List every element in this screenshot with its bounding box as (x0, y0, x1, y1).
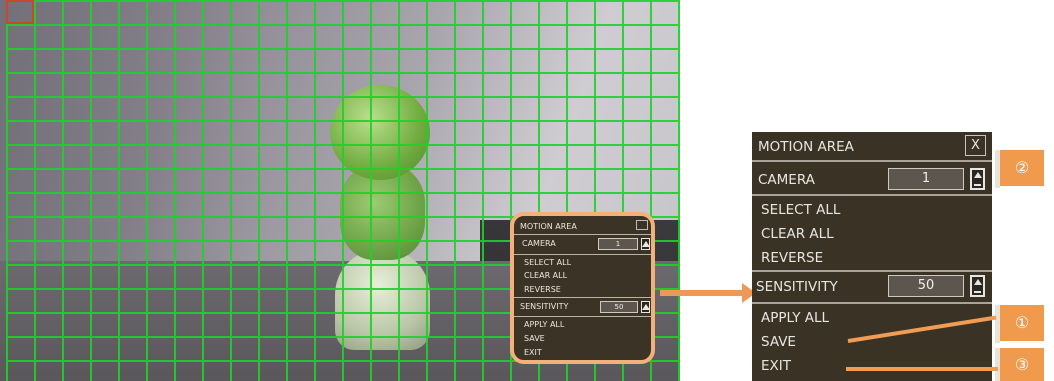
camera-label: CAMERA (758, 172, 815, 188)
small-save[interactable]: SAVE (524, 334, 545, 343)
callout-two: ② (1000, 150, 1044, 186)
small-camera-value[interactable]: 1 (598, 238, 638, 250)
small-camera-spin-icon[interactable] (641, 238, 650, 250)
divider (752, 302, 992, 304)
grid-cursor-cell[interactable] (6, 0, 34, 24)
close-button[interactable]: X (965, 135, 986, 156)
small-exit[interactable]: EXIT (524, 348, 542, 357)
sensitivity-spin-icon[interactable] (970, 275, 985, 297)
small-sensitivity-value[interactable]: 50 (600, 301, 638, 313)
small-clear-all[interactable]: CLEAR ALL (524, 271, 567, 280)
zoom-arrow-line (660, 290, 744, 296)
exit-button[interactable]: EXIT (761, 358, 791, 374)
select-all-button[interactable]: SELECT ALL (761, 202, 840, 218)
save-button[interactable]: SAVE (761, 334, 796, 350)
camera-value-field[interactable]: 1 (888, 168, 964, 190)
divider (752, 160, 992, 162)
small-apply-all[interactable]: APPLY ALL (524, 320, 564, 329)
divider (752, 194, 992, 196)
menu-title: MOTION AREA (758, 139, 854, 155)
callout-three: ③ (1000, 348, 1044, 381)
motion-area-menu-small: MOTION AREA CAMERA 1 SELECT ALL CLEAR AL… (510, 212, 655, 364)
small-close-icon[interactable] (636, 220, 648, 230)
divider (752, 270, 992, 272)
leader-line-three (846, 367, 998, 371)
sensitivity-value-field[interactable]: 50 (888, 275, 964, 297)
motion-area-menu: MOTION AREA X CAMERA 1 SELECT ALL CLEAR … (752, 132, 992, 381)
small-menu-title: MOTION AREA (520, 222, 577, 231)
small-sensitivity-spin-icon[interactable] (641, 301, 650, 313)
small-select-all[interactable]: SELECT ALL (524, 258, 571, 267)
small-camera-label: CAMERA (522, 239, 556, 248)
clear-all-button[interactable]: CLEAR ALL (761, 226, 834, 242)
sensitivity-label: SENSITIVITY (756, 279, 838, 295)
callout-one: ① (1000, 305, 1044, 341)
reverse-button[interactable]: REVERSE (761, 250, 823, 266)
apply-all-button[interactable]: APPLY ALL (761, 310, 829, 326)
small-sensitivity-label: SENSITIVITY (520, 302, 569, 311)
camera-spin-icon[interactable] (970, 168, 985, 190)
small-reverse[interactable]: REVERSE (524, 285, 561, 294)
camera-view: MOTION AREA CAMERA 1 SELECT ALL CLEAR AL… (0, 0, 680, 381)
